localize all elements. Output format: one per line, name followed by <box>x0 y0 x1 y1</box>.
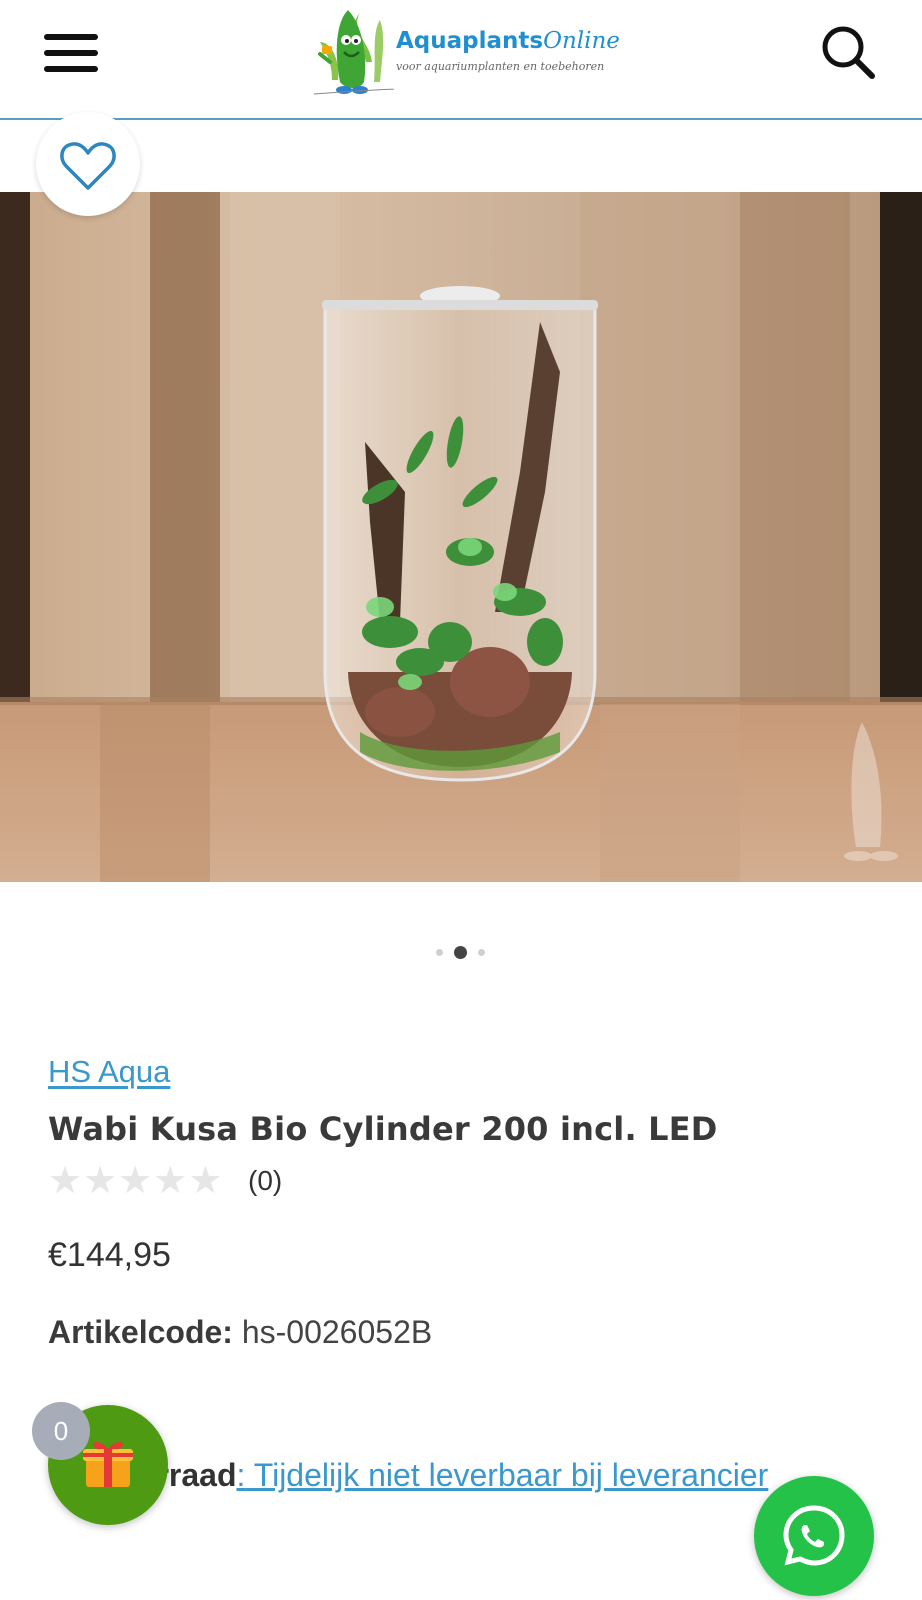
carousel-dots <box>432 946 492 959</box>
product-title: Wabi Kusa Bio Cylinder 200 incl. LED <box>48 1110 718 1148</box>
star-empty-icon: ★ <box>118 1158 153 1202</box>
logo-tagline: voor aquariumplanten en toebehoren <box>396 60 605 73</box>
article-code-value: hs-0026052B <box>241 1314 433 1350</box>
whatsapp-button[interactable] <box>754 1476 874 1596</box>
article-code: Artikelcode: hs-0026052B <box>48 1314 432 1351</box>
site-logo[interactable]: AquaplantsOnline voor aquariumplanten en… <box>310 2 620 102</box>
logo-suffix-text: Online <box>543 28 620 54</box>
heart-outline-icon <box>60 142 116 190</box>
hamburger-menu-icon[interactable] <box>40 30 102 76</box>
site-header: AquaplantsOnline voor aquariumplanten en… <box>0 0 922 120</box>
carousel-dot[interactable] <box>478 949 485 956</box>
whatsapp-icon <box>783 1505 845 1566</box>
star-empty-icon: ★ <box>153 1158 188 1202</box>
carousel-dot[interactable] <box>436 949 443 956</box>
mascot-plant-icon <box>313 10 394 95</box>
product-price: €144,95 <box>48 1236 171 1274</box>
brand-link[interactable]: HS Aqua <box>48 1054 170 1090</box>
product-photo-illustration <box>0 192 922 882</box>
star-empty-icon: ★ <box>83 1158 118 1202</box>
search-icon[interactable] <box>818 22 878 82</box>
stock-status-link[interactable]: Tijdelijk niet leverbaar bij leverancier <box>245 1457 769 1493</box>
gift-count-badge: 0 <box>32 1402 90 1460</box>
logo-brand-text: Aquaplants <box>396 28 544 54</box>
logo-wordmark: AquaplantsOnline <box>396 28 620 54</box>
star-empty-icon: ★ <box>48 1158 83 1202</box>
wishlist-button[interactable] <box>36 112 140 216</box>
rating-stars[interactable]: ★★★★★ <box>48 1158 223 1202</box>
product-image[interactable] <box>0 192 922 882</box>
article-code-label: Artikelcode: <box>48 1314 233 1350</box>
review-count[interactable]: (0) <box>248 1165 282 1197</box>
star-empty-icon: ★ <box>188 1158 223 1202</box>
carousel-dot-active[interactable] <box>454 946 467 959</box>
